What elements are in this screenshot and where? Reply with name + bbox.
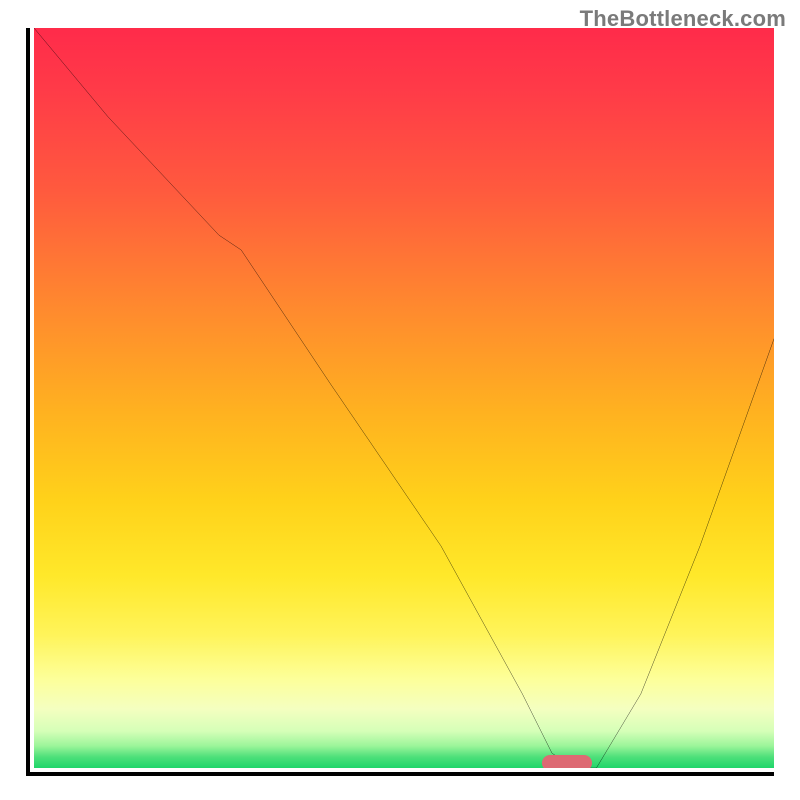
plot-area xyxy=(34,28,774,768)
watermark-label: TheBottleneck.com xyxy=(580,6,786,32)
optimal-marker xyxy=(542,755,592,768)
chart-canvas: TheBottleneck.com xyxy=(0,0,800,800)
bottleneck-curve xyxy=(34,28,774,768)
plot-frame xyxy=(26,28,774,776)
